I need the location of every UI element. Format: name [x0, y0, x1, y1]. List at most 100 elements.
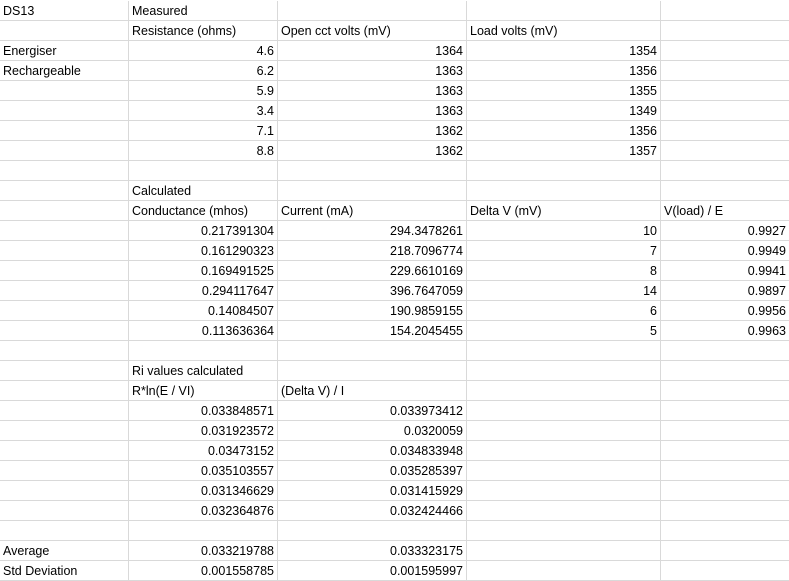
sheet-cell[interactable]: 1363: [278, 61, 467, 81]
sheet-cell[interactable]: [129, 161, 278, 181]
sheet-cell[interactable]: [467, 161, 661, 181]
sheet-cell[interactable]: Open cct volts (mV): [278, 21, 467, 41]
sheet-cell[interactable]: [467, 361, 661, 381]
sheet-cell[interactable]: 1356: [467, 121, 661, 141]
sheet-cell[interactable]: [467, 541, 661, 561]
sheet-cell[interactable]: [467, 521, 661, 541]
sheet-cell[interactable]: [467, 341, 661, 361]
sheet-cell[interactable]: [661, 401, 789, 421]
sheet-cell[interactable]: [278, 521, 467, 541]
sheet-cell[interactable]: 190.9859155: [278, 301, 467, 321]
sheet-cell[interactable]: [0, 461, 129, 481]
sheet-cell[interactable]: [467, 501, 661, 521]
sheet-cell[interactable]: 154.2045455: [278, 321, 467, 341]
sheet-cell[interactable]: [661, 1, 789, 21]
sheet-cell[interactable]: Resistance (ohms): [129, 21, 278, 41]
sheet-cell[interactable]: 0.032424466: [278, 501, 467, 521]
sheet-cell[interactable]: Measured: [129, 1, 278, 21]
sheet-cell[interactable]: [661, 441, 789, 461]
sheet-cell[interactable]: [0, 101, 129, 121]
sheet-cell[interactable]: [0, 441, 129, 461]
sheet-cell[interactable]: 1349: [467, 101, 661, 121]
sheet-cell[interactable]: Current (mA): [278, 201, 467, 221]
sheet-cell[interactable]: [0, 481, 129, 501]
sheet-cell[interactable]: 0.14084507: [129, 301, 278, 321]
sheet-cell[interactable]: [661, 121, 789, 141]
sheet-cell[interactable]: [661, 21, 789, 41]
sheet-cell[interactable]: 0.031923572: [129, 421, 278, 441]
sheet-cell[interactable]: [0, 141, 129, 161]
sheet-cell[interactable]: 1355: [467, 81, 661, 101]
sheet-cell[interactable]: 0.033848571: [129, 401, 278, 421]
sheet-cell[interactable]: 0.169491525: [129, 261, 278, 281]
sheet-cell[interactable]: [0, 361, 129, 381]
sheet-cell[interactable]: [467, 381, 661, 401]
sheet-cell[interactable]: [467, 561, 661, 581]
sheet-cell[interactable]: 0.9941: [661, 261, 789, 281]
sheet-cell[interactable]: [0, 201, 129, 221]
sheet-cell[interactable]: [129, 341, 278, 361]
sheet-cell[interactable]: 6: [467, 301, 661, 321]
sheet-cell[interactable]: 1363: [278, 101, 467, 121]
sheet-cell[interactable]: [0, 401, 129, 421]
sheet-cell[interactable]: 7.1: [129, 121, 278, 141]
sheet-cell[interactable]: [278, 1, 467, 21]
sheet-cell[interactable]: 0.9897: [661, 281, 789, 301]
sheet-cell[interactable]: 0.9927: [661, 221, 789, 241]
sheet-cell[interactable]: R*ln(E / VI): [129, 381, 278, 401]
sheet-cell[interactable]: Energiser: [0, 41, 129, 61]
sheet-cell[interactable]: 10: [467, 221, 661, 241]
sheet-cell[interactable]: 1356: [467, 61, 661, 81]
sheet-cell[interactable]: [661, 561, 789, 581]
sheet-cell[interactable]: [467, 461, 661, 481]
sheet-cell[interactable]: [661, 181, 789, 201]
sheet-cell[interactable]: Calculated: [129, 181, 278, 201]
sheet-cell[interactable]: 0.001595997: [278, 561, 467, 581]
sheet-cell[interactable]: [661, 381, 789, 401]
sheet-cell[interactable]: [467, 1, 661, 21]
sheet-cell[interactable]: 0.9949: [661, 241, 789, 261]
sheet-cell[interactable]: 1357: [467, 141, 661, 161]
sheet-cell[interactable]: 1362: [278, 121, 467, 141]
sheet-cell[interactable]: [661, 101, 789, 121]
sheet-cell[interactable]: (Delta V) / I: [278, 381, 467, 401]
sheet-cell[interactable]: [661, 41, 789, 61]
sheet-cell[interactable]: Average: [0, 541, 129, 561]
sheet-cell[interactable]: [0, 521, 129, 541]
sheet-cell[interactable]: Load volts (mV): [467, 21, 661, 41]
sheet-cell[interactable]: DS13: [0, 1, 129, 21]
sheet-cell[interactable]: Conductance (mhos): [129, 201, 278, 221]
sheet-cell[interactable]: 0.031415929: [278, 481, 467, 501]
sheet-cell[interactable]: 0.001558785: [129, 561, 278, 581]
sheet-cell[interactable]: 294.3478261: [278, 221, 467, 241]
sheet-cell[interactable]: [0, 381, 129, 401]
sheet-cell[interactable]: [661, 421, 789, 441]
sheet-cell[interactable]: 4.6: [129, 41, 278, 61]
sheet-cell[interactable]: [0, 321, 129, 341]
sheet-cell[interactable]: [661, 541, 789, 561]
sheet-cell[interactable]: [0, 281, 129, 301]
sheet-cell[interactable]: 0.9956: [661, 301, 789, 321]
sheet-cell[interactable]: 1364: [278, 41, 467, 61]
sheet-cell[interactable]: [661, 81, 789, 101]
sheet-cell[interactable]: 0.033323175: [278, 541, 467, 561]
sheet-cell[interactable]: [0, 501, 129, 521]
sheet-cell[interactable]: 218.7096774: [278, 241, 467, 261]
sheet-cell[interactable]: [661, 361, 789, 381]
sheet-cell[interactable]: [129, 521, 278, 541]
sheet-cell[interactable]: [278, 341, 467, 361]
sheet-cell[interactable]: 0.0320059: [278, 421, 467, 441]
sheet-cell[interactable]: 0.033219788: [129, 541, 278, 561]
sheet-cell[interactable]: [661, 61, 789, 81]
sheet-cell[interactable]: [0, 81, 129, 101]
sheet-cell[interactable]: Rechargeable: [0, 61, 129, 81]
sheet-cell[interactable]: [467, 481, 661, 501]
sheet-cell[interactable]: 6.2: [129, 61, 278, 81]
sheet-cell[interactable]: [0, 341, 129, 361]
sheet-cell[interactable]: 3.4: [129, 101, 278, 121]
sheet-cell[interactable]: 5.9: [129, 81, 278, 101]
sheet-cell[interactable]: [278, 361, 467, 381]
sheet-cell[interactable]: [661, 481, 789, 501]
sheet-cell[interactable]: 1362: [278, 141, 467, 161]
sheet-cell[interactable]: [0, 241, 129, 261]
